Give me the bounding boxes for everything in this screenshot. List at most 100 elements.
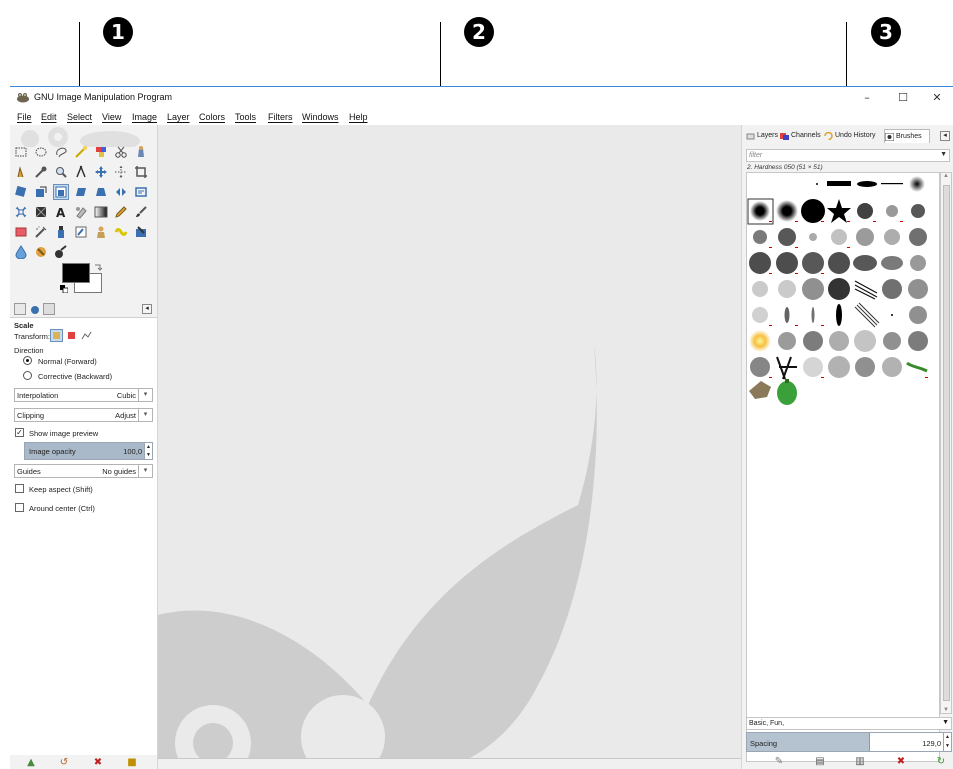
zoom-tool[interactable] — [54, 165, 68, 179]
image-opacity-spinner[interactable]: ▲ ▼ — [144, 443, 152, 459]
scroll-down-icon[interactable]: ▼ — [941, 707, 951, 713]
tab-channels[interactable]: Channels — [780, 129, 821, 143]
menu-layer[interactable]: Layer — [167, 112, 190, 122]
foreground-color-swatch[interactable] — [62, 263, 90, 283]
transform-path-icon[interactable] — [81, 330, 92, 341]
perspective-clone-tool[interactable] — [114, 225, 128, 239]
image-opacity-slider[interactable]: Image opacity 100,0 ▲ ▼ — [24, 442, 153, 460]
menu-help[interactable]: Help — [349, 112, 368, 122]
restore-options-icon[interactable]: ↺ — [58, 757, 70, 769]
move-tool[interactable] — [94, 165, 108, 179]
foreground-select-tool[interactable] — [134, 145, 148, 159]
alignment-tool[interactable] — [114, 165, 128, 179]
new-brush-icon[interactable]: ▤ — [814, 756, 826, 768]
cage-transform-tool[interactable] — [134, 185, 148, 199]
flip-tool[interactable] — [114, 185, 128, 199]
scale-tool-alt[interactable] — [34, 185, 48, 199]
menu-tools[interactable]: Tools — [235, 112, 256, 122]
brush-grid-scrollbar[interactable]: ▲ ▼ — [940, 172, 952, 714]
rotate-tool[interactable] — [14, 185, 28, 199]
rect-select-tool[interactable] — [14, 145, 28, 159]
heal-tool[interactable] — [74, 205, 88, 219]
free-select-tool[interactable] — [54, 145, 68, 159]
color-picker-tool[interactable] — [34, 165, 48, 179]
perspective-tool[interactable] — [94, 185, 108, 199]
around-center-checkbox[interactable] — [15, 503, 24, 512]
by-color-select-tool[interactable] — [94, 145, 108, 159]
configure-tab-button[interactable]: ◂ — [142, 304, 152, 314]
airbrush-tool[interactable] — [34, 225, 48, 239]
edit-brush-icon[interactable]: ✎ — [773, 756, 785, 768]
mypaint-brush-tool[interactable] — [74, 225, 88, 239]
scroll-up-icon[interactable]: ▲ — [941, 173, 951, 179]
fuzzy-select-tool[interactable] — [74, 145, 88, 159]
eraser-tool[interactable] — [14, 225, 28, 239]
guides-combo[interactable]: Guides No guides ▾ — [14, 464, 153, 478]
dodge-burn-tool[interactable] — [34, 245, 48, 259]
show-preview-checkbox[interactable]: ✓ — [15, 428, 24, 437]
tab-layers-label: Layers — [757, 132, 779, 139]
scissors-select-tool[interactable] — [114, 145, 128, 159]
swap-colors-icon[interactable] — [93, 263, 103, 272]
text-tool[interactable]: A — [54, 205, 68, 219]
interpolation-combo[interactable]: Interpolation Cubic ▾ — [14, 388, 153, 402]
refresh-brushes-icon[interactable]: ↻ — [935, 756, 947, 768]
menu-image[interactable]: Image — [132, 112, 157, 122]
direction-corrective-radio[interactable] — [23, 371, 32, 380]
menu-colors[interactable]: Colors — [199, 112, 225, 122]
ink-tool[interactable] — [54, 225, 68, 239]
menu-filters[interactable]: Filters — [268, 112, 293, 122]
delete-options-icon[interactable]: ✖ — [92, 757, 104, 769]
paths-tool[interactable] — [14, 165, 28, 179]
brush-filter-combo[interactable]: filter ▼ — [746, 149, 950, 162]
direction-normal-radio[interactable] — [23, 356, 32, 365]
close-button[interactable]: ✕ — [922, 90, 952, 106]
crop-tool[interactable] — [134, 165, 148, 179]
menu-edit[interactable]: Edit — [41, 112, 57, 122]
configure-dock-button[interactable]: ◂ — [940, 131, 950, 141]
paintbrush-tool[interactable] — [134, 205, 148, 219]
tab-brushes[interactable]: Brushes — [884, 129, 930, 143]
bucket-fill-tool[interactable] — [54, 245, 68, 259]
device-status-tab[interactable] — [14, 303, 26, 315]
blur-sharpen-tool[interactable] — [14, 245, 28, 259]
save-options-icon[interactable]: ▲ — [25, 757, 37, 769]
spacing-spinner[interactable]: ▲ ▼ — [943, 733, 951, 751]
image-canvas[interactable] — [158, 125, 741, 769]
reset-options-icon[interactable]: ■ — [126, 757, 138, 769]
menu-view[interactable]: View — [102, 112, 121, 122]
shear-tool[interactable] — [74, 185, 88, 199]
tab-undo-history[interactable]: Undo History — [824, 129, 875, 143]
unified-transform-tool[interactable] — [34, 205, 48, 219]
scrollbar-thumb[interactable] — [943, 185, 950, 701]
tool-options-tab-icon[interactable] — [29, 303, 41, 315]
clone-tool[interactable] — [94, 225, 108, 239]
gradient-tool[interactable] — [94, 205, 108, 219]
menu-windows[interactable]: Windows — [302, 112, 339, 122]
toolbox-wilber-drop-area[interactable] — [10, 125, 157, 147]
brushes-dock: Layers Channels Undo History Brushes ◂ f… — [741, 125, 953, 769]
transform-layer-icon[interactable] — [50, 329, 63, 342]
smudge-tool[interactable] — [134, 225, 148, 239]
brush-tag-combo[interactable]: Basic, Fun, ▼ — [746, 717, 952, 730]
keep-aspect-checkbox[interactable] — [15, 484, 24, 493]
scale-tool[interactable] — [53, 184, 69, 200]
clipping-combo[interactable]: Clipping Adjust ▾ — [14, 408, 153, 422]
maximize-button[interactable]: ☐ — [888, 90, 918, 106]
menu-select[interactable]: Select — [67, 112, 92, 122]
chevron-down-icon: ▾ — [138, 409, 152, 421]
tab-layers[interactable]: Layers — [746, 129, 778, 143]
ellipse-select-tool[interactable] — [34, 145, 48, 159]
minimize-button[interactable]: – — [852, 90, 882, 106]
measure-tool[interactable] — [74, 165, 88, 179]
default-colors-icon[interactable] — [60, 285, 68, 293]
warp-transform-tool[interactable] — [14, 205, 28, 219]
duplicate-brush-icon[interactable]: ▥ — [854, 756, 866, 768]
spacing-slider[interactable]: Spacing 129,0 ▲ ▼ — [746, 732, 952, 752]
brush-grid[interactable] — [746, 172, 940, 762]
pencil-tool[interactable] — [114, 205, 128, 219]
menu-file[interactable]: File — [17, 112, 32, 122]
images-tab[interactable] — [43, 303, 55, 315]
transform-selection-icon[interactable] — [66, 330, 77, 341]
delete-brush-icon[interactable]: ✖ — [895, 756, 907, 768]
